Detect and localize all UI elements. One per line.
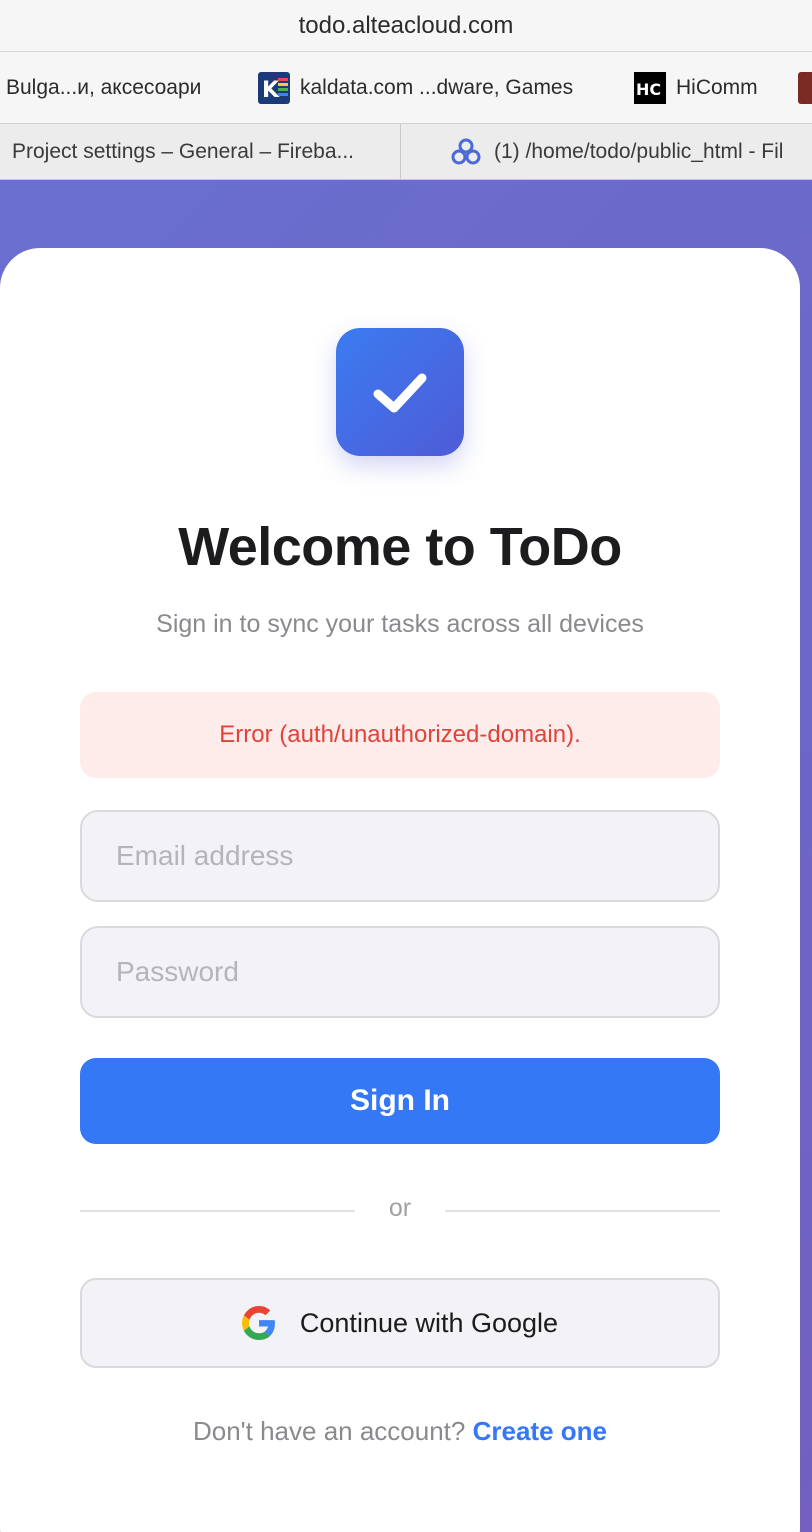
svg-text:HC: HC [636,80,661,99]
bookmark-kaldata[interactable]: K kaldata.com ...dware, Games [258,52,574,123]
login-card: Welcome to ToDo Sign in to sync your tas… [0,248,800,1532]
cpanel-icon [450,136,482,168]
google-sign-in-button[interactable]: Continue with Google [80,1278,720,1368]
tab-label: Project settings – General – Fireba... [12,140,354,163]
kaldata-icon: K [258,72,290,104]
divider-line-left [80,1210,355,1212]
google-icon [241,1306,275,1340]
bookmark-overflow[interactable] [798,52,812,123]
page-title: Welcome to ToDo [178,517,622,577]
page-subtitle: Sign in to sync your tasks across all de… [156,610,644,638]
error-message: Error (auth/unauthorized-domain). [80,692,720,778]
checkmark-icon [373,373,427,413]
tab-divider [400,124,401,179]
address-bar[interactable]: todo.alteacloud.com [0,0,812,52]
bookmark-favicon-icon [798,72,812,104]
divider-or: or [388,1194,412,1222]
tab-label: (1) /home/todo/public_html - Fil [494,140,784,163]
signup-prompt-text: Don't have an account? [192,1416,466,1446]
bookmark-label: HiComm [676,76,758,99]
bookmark-label: kaldata.com ...dware, Games [300,76,574,99]
tab-file-manager[interactable]: (1) /home/todo/public_html - Fil [450,124,784,179]
tab-firebase[interactable]: Project settings – General – Fireba... [12,124,354,179]
app-logo [336,328,464,456]
url-text: todo.alteacloud.com [298,11,514,39]
svg-text:K: K [262,78,280,103]
bookmark-bulgaria[interactable]: Bulga...и, аксесоари [6,52,202,123]
error-text: Error (auth/unauthorized-domain). [219,721,581,748]
bookmark-label: Bulga...и, аксесоари [6,76,202,99]
password-field[interactable] [80,926,720,1018]
bookmarks-bar: Bulga...и, аксесоари K kaldata.com ...dw… [0,52,812,124]
divider-line-right [445,1210,720,1212]
create-account-link[interactable]: Create one [473,1416,607,1446]
page-viewport: Welcome to ToDo Sign in to sync your tas… [0,180,812,1532]
signup-prompt: Don't have an account? Create one [0,1416,800,1447]
hicomm-icon: HC [634,72,666,104]
email-field[interactable] [80,810,720,902]
google-button-label: Continue with Google [299,1307,559,1338]
bookmark-hicomm[interactable]: HC HiComm [634,52,758,123]
tab-strip: Project settings – General – Fireba... (… [0,124,812,180]
sign-in-button[interactable]: Sign In [80,1058,720,1144]
